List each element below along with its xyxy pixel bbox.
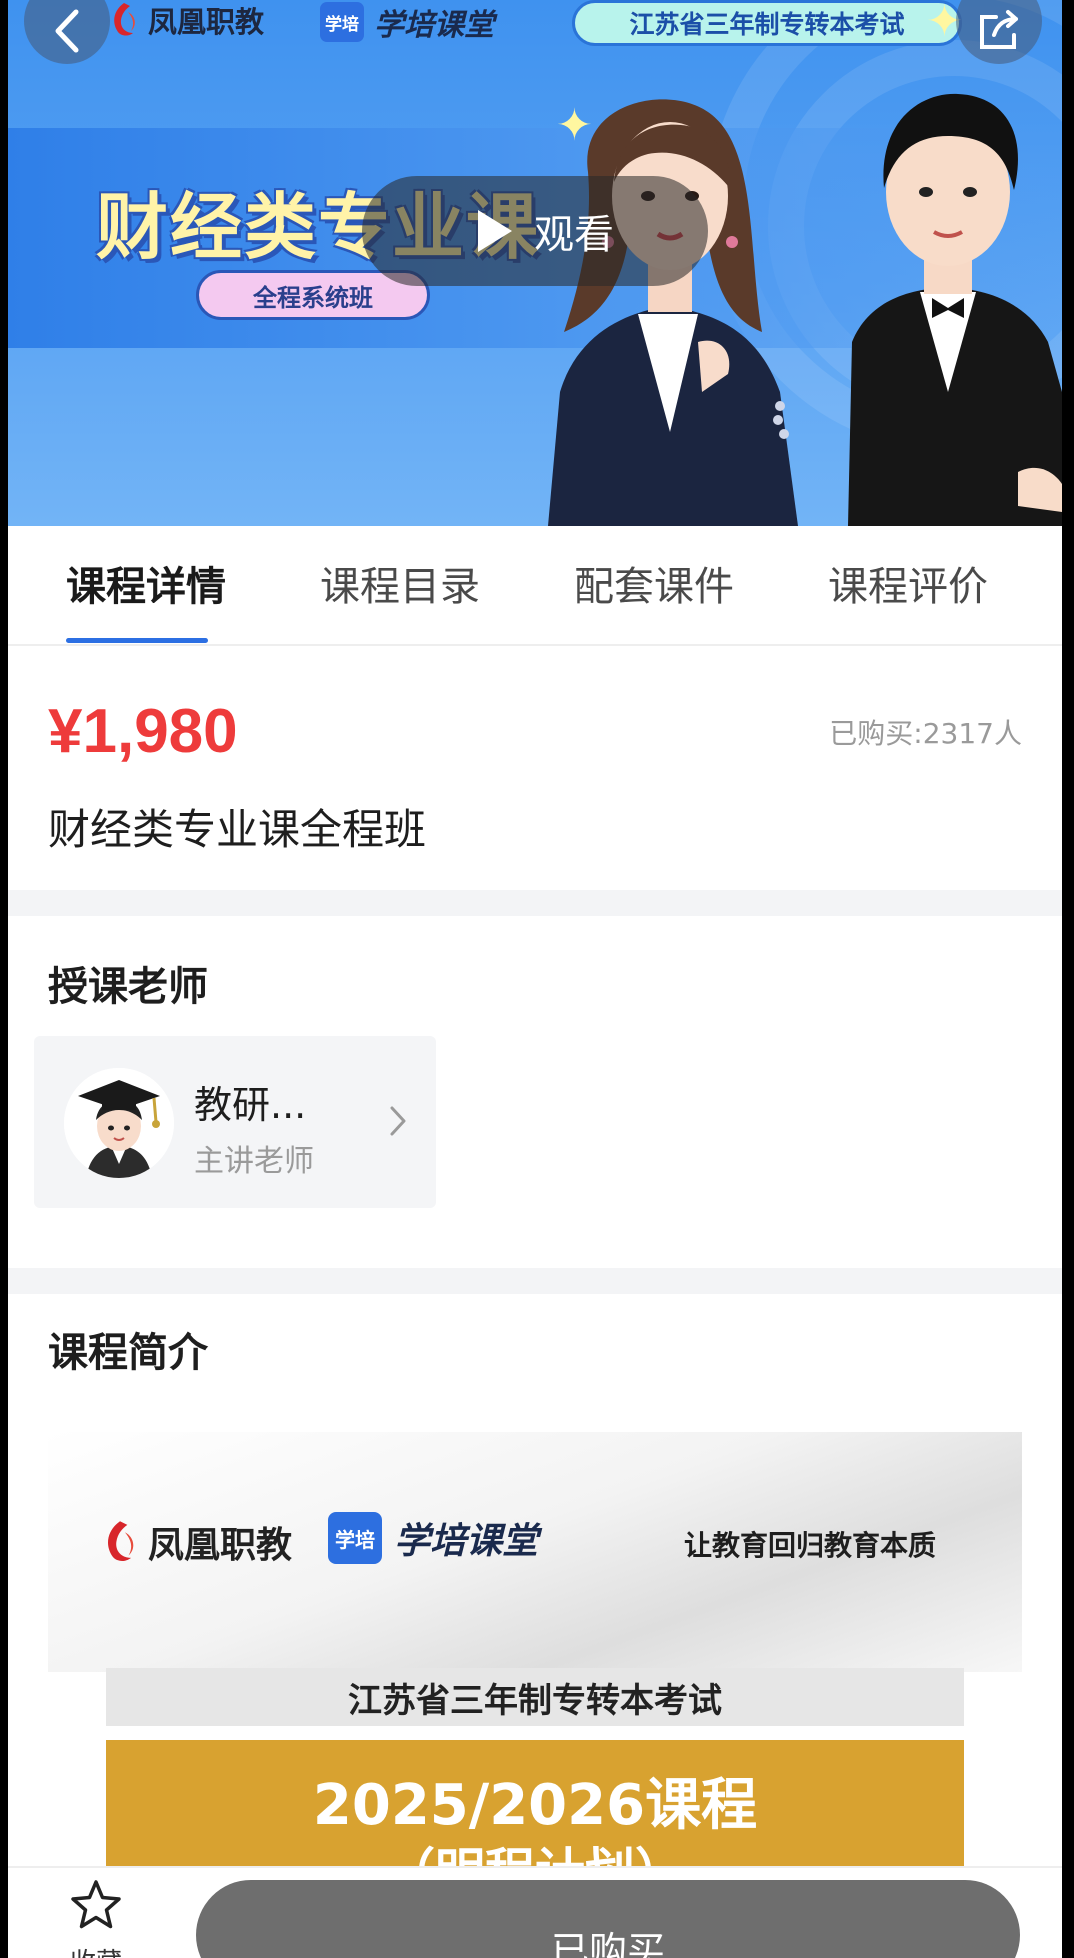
teacher-name: 教研...	[194, 1083, 307, 1127]
purchase-count: 已购买:2317人	[829, 717, 1022, 750]
graduate-avatar-icon	[64, 1068, 174, 1178]
brand-fenghuang-text: 凤凰职教	[148, 5, 265, 39]
brand-fenghuang: 凤凰职教	[106, 0, 264, 40]
brand-xuepei: 学培 学培课堂	[320, 0, 494, 44]
tab-course-catalog[interactable]: 课程目录	[320, 554, 480, 612]
course-tabs: 课程详情 课程目录 配套课件 课程评价	[8, 526, 1062, 646]
section-divider	[8, 890, 1062, 916]
course-video-banner[interactable]: 凤凰职教 学培 学培课堂 江苏省三年制专转本考试 ✦ ✦ 财经类专业课 全程系统…	[8, 0, 1062, 526]
poster-course-banner: 2025/2026课程 （明程计划）	[106, 1740, 964, 1872]
poster-brand-fenghuang: 凤凰职教	[98, 1516, 292, 1568]
poster-exam-bar: 江苏省三年制专转本考试	[106, 1668, 964, 1726]
poster-brand-fenghuang-text: 凤凰职教	[148, 1524, 293, 1566]
course-intro-poster: 凤凰职教 学培 学培课堂 让教育回归教育本质 江苏省三年制专转本考试 2025/…	[48, 1432, 1022, 1872]
poster-course-year: 2025/2026课程	[312, 1773, 758, 1838]
poster-brand-xuepei-text: 学培课堂	[394, 1521, 539, 1562]
share-icon	[980, 10, 1018, 49]
course-detail-page: 凤凰职教 学培 学培课堂 江苏省三年制专转本考试 ✦ ✦ 财经类专业课 全程系统…	[8, 0, 1062, 1958]
brand-xuepei-text: 学培课堂	[374, 8, 494, 43]
phoenix-logo-icon	[114, 3, 135, 36]
back-button[interactable]	[24, 0, 110, 64]
teacher-role: 主讲老师	[194, 1144, 314, 1179]
chevron-right-icon	[390, 1106, 406, 1136]
xuepei-logo-icon: 学培	[328, 1512, 382, 1564]
poster-slogan: 让教育回归教育本质	[684, 1529, 937, 1562]
teacher-section-title: 授课老师	[48, 964, 208, 1010]
favorite-button[interactable]: 收藏	[48, 1878, 144, 1958]
poster-brand-xuepei: 学培 学培课堂	[328, 1512, 538, 1564]
teacher-card[interactable]: 教研... 主讲老师	[34, 1036, 436, 1208]
play-label: 观看	[534, 212, 614, 258]
exam-label: 江苏省三年制专转本考试	[572, 0, 962, 46]
back-arrow-icon	[55, 9, 79, 53]
phoenix-logo-icon	[108, 1521, 134, 1562]
favorite-label: 收藏	[48, 1942, 144, 1958]
course-price: ¥1,980	[48, 697, 238, 766]
teacher-avatar	[64, 1068, 174, 1178]
teachers-illustration	[548, 93, 1062, 526]
xuepei-logo-icon: 学培	[320, 2, 364, 42]
bottom-action-bar: 收藏 已购买	[8, 1866, 1062, 1958]
purchased-button[interactable]: 已购买	[196, 1880, 1020, 1958]
active-tab-indicator	[66, 638, 208, 643]
section-divider	[8, 1268, 1062, 1294]
play-video-button[interactable]: 观看	[362, 176, 708, 286]
intro-section-title: 课程简介	[48, 1330, 208, 1376]
tab-courseware[interactable]: 配套课件	[574, 554, 734, 612]
star-icon	[71, 1880, 121, 1929]
tab-course-detail[interactable]: 课程详情	[66, 554, 226, 612]
tab-course-reviews[interactable]: 课程评价	[828, 554, 988, 612]
play-icon	[478, 210, 512, 252]
course-title: 财经类专业课全程班	[48, 805, 427, 854]
